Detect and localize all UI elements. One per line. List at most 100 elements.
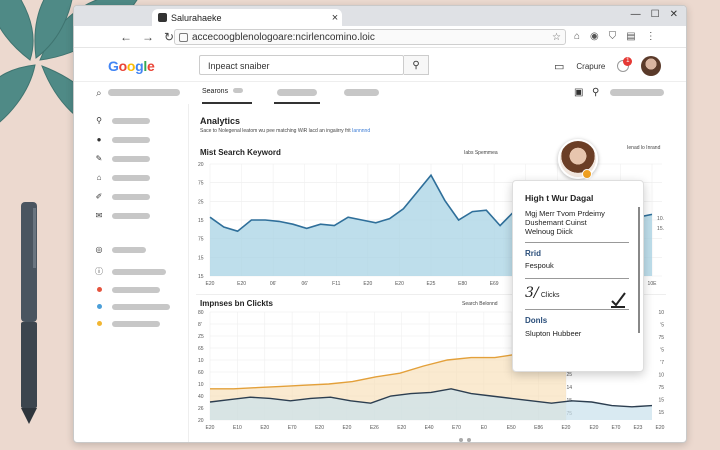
chart1-y-tick: 15	[198, 218, 204, 224]
menu-icon[interactable]: ⌕	[96, 88, 102, 99]
app-header: Google Inpeact snaiber ⚲ ▭ Crapure 1	[74, 48, 686, 82]
chart2-far-right-tick: 10	[658, 373, 664, 379]
minimize-icon[interactable]: —	[631, 9, 641, 20]
chart2-title: Impnses bn Clickts	[200, 299, 273, 308]
filter-placeholder[interactable]	[610, 89, 664, 96]
search-icon: ⚲	[412, 59, 420, 71]
chart1-x-tick: E20	[206, 281, 215, 287]
tab-2-underline	[274, 102, 320, 104]
tab-searches[interactable]: Searons	[202, 84, 252, 104]
popup-scrollbar[interactable]	[638, 207, 640, 333]
subtext-link[interactable]: Iannnnd	[352, 128, 370, 134]
chart2-y-tick: 60	[198, 370, 204, 376]
search-small-icon[interactable]: ⚲	[592, 87, 599, 98]
chart2-x-tick-right: E23	[634, 425, 643, 431]
chart1-x-tick: 06'	[301, 281, 308, 287]
chart2-x-tick: E0	[481, 425, 487, 431]
chart2-x-tick-right: E70	[612, 425, 621, 431]
yellow-dot-icon	[96, 321, 102, 326]
sidebar-label-placeholder	[112, 155, 150, 162]
extensions-icon[interactable]: ⋮	[646, 31, 656, 42]
sidebar-item-tools[interactable]: ✐	[94, 192, 150, 201]
maximize-icon[interactable]: ☐	[651, 9, 660, 20]
sidebar-item-user[interactable]: ●	[94, 135, 150, 144]
page-dot[interactable]	[459, 438, 463, 442]
chart2-x-tick: E20	[206, 425, 215, 431]
sidebar-item-settings[interactable]: ◎	[94, 245, 146, 254]
sidebar-item-mail[interactable]: ✉	[94, 211, 150, 220]
chart1-x-tick: E20	[363, 281, 372, 287]
chart1-y-tick: 75	[198, 237, 204, 243]
subtext-body: Sace to Nolegenal leatom wu pee matching…	[200, 128, 351, 134]
pencil-icon: ✎	[95, 154, 103, 163]
close-window-icon[interactable]: ✕	[670, 9, 678, 20]
checkbox-icon[interactable]	[609, 291, 627, 309]
tab-close-icon[interactable]: ×	[328, 12, 342, 24]
page-dot[interactable]	[467, 438, 471, 442]
sidebar-item-home[interactable]: ⌂	[94, 173, 150, 182]
gear-icon: ◎	[95, 245, 103, 254]
sidebar-label-placeholder	[112, 303, 170, 310]
sidebar: ⚲ ● ✎ ⌂ ✐ ✉ ◎ ⓘ	[74, 104, 189, 442]
popup-section2-title: Donls	[525, 316, 548, 325]
capture-label[interactable]: Crapure	[576, 62, 605, 71]
metric-label: Clicks	[540, 292, 560, 299]
browser-tab[interactable]: Salurahaeke ×	[152, 9, 342, 26]
shield-icon[interactable]: ⛉	[609, 31, 617, 42]
pen-decoration	[21, 202, 37, 424]
star-icon[interactable]: ☆	[552, 32, 561, 43]
image-icon[interactable]: ▣	[574, 87, 583, 98]
info-icon: ⓘ	[95, 267, 103, 276]
address-bar[interactable]: accecoogblenologoare:ncirlencomino.loic …	[174, 29, 566, 45]
chart2-x-tick: E50	[507, 425, 516, 431]
sub-navigation: ⌕ Searons ▣ ⚲	[74, 82, 686, 104]
page-title: Analytics	[200, 116, 241, 126]
keyword-detail-popup: High t Wur Dagal Mgj Merr Tvom Prdeimy D…	[512, 180, 644, 372]
home-icon[interactable]: ⌂	[574, 31, 580, 42]
back-icon[interactable]: ←	[120, 30, 132, 44]
chart2-x-tick: E20	[342, 425, 351, 431]
chart2-y-tick: 65	[198, 346, 204, 352]
sidebar-item-yellow[interactable]	[94, 319, 160, 328]
tab-3-placeholder[interactable]	[344, 89, 379, 96]
chart2-x-tick: E26	[370, 425, 379, 431]
chart2-x-tick: E70	[288, 425, 297, 431]
window-controls: — ☐ ✕	[631, 9, 678, 20]
chart2-y-tick: 26	[198, 406, 204, 412]
document-icon[interactable]: ▤	[626, 31, 635, 42]
popup-corner-label: Ienad lo Inrand	[627, 145, 661, 151]
reload-icon[interactable]: ↻	[164, 30, 174, 44]
chart2-y-tick: 8'	[198, 322, 202, 328]
sidebar-item-info[interactable]: ⓘ	[94, 266, 166, 277]
tab-2-placeholder[interactable]	[277, 89, 317, 96]
sidebar-label-placeholder	[112, 174, 150, 181]
chart2-x-tick: E70	[452, 425, 461, 431]
chart2-y-tick: Z5	[198, 334, 204, 340]
chart2-subtitle: Search Belonnd	[462, 301, 498, 307]
bell-icon: ⌂	[96, 173, 102, 182]
chart2-right-tick: 25	[566, 372, 572, 378]
google-logo[interactable]: Google	[108, 58, 155, 74]
sidebar-item-search[interactable]: ⚲	[94, 116, 150, 125]
sidebar-item-edit[interactable]: ✎	[94, 154, 150, 163]
notifications-icon[interactable]: 1	[617, 57, 633, 72]
clipboard-icon[interactable]: ▭	[554, 60, 564, 73]
url-text: accecoogblenologoare:ncirlencomino.loic	[192, 31, 375, 43]
search-input[interactable]: Inpeact snaiber	[199, 55, 404, 75]
user-avatar[interactable]	[641, 56, 662, 76]
pagination-dots	[459, 438, 471, 442]
profile-circle-icon[interactable]: ◉	[590, 31, 599, 42]
sidebar-item-red[interactable]	[94, 285, 160, 294]
chart1-right-tick: 10.	[657, 216, 664, 222]
search-button[interactable]: ⚲	[404, 55, 429, 75]
chart2-right-tick: 14	[566, 385, 572, 391]
chart1-y-tick: 20	[198, 162, 204, 168]
forward-icon[interactable]: →	[142, 30, 154, 44]
sidebar-item-blue[interactable]	[94, 302, 170, 311]
chart1-x-tick: 06'	[270, 281, 277, 287]
chart1-x-tick: F11	[332, 281, 340, 287]
tab-bar: Salurahaeke × — ☐ ✕	[74, 6, 686, 26]
page-subtext: Sace to Nolegenal leatom wu pee matching…	[200, 128, 370, 134]
chart1-x-tick: E25	[427, 281, 436, 287]
chart2-x-tick: E20	[260, 425, 269, 431]
